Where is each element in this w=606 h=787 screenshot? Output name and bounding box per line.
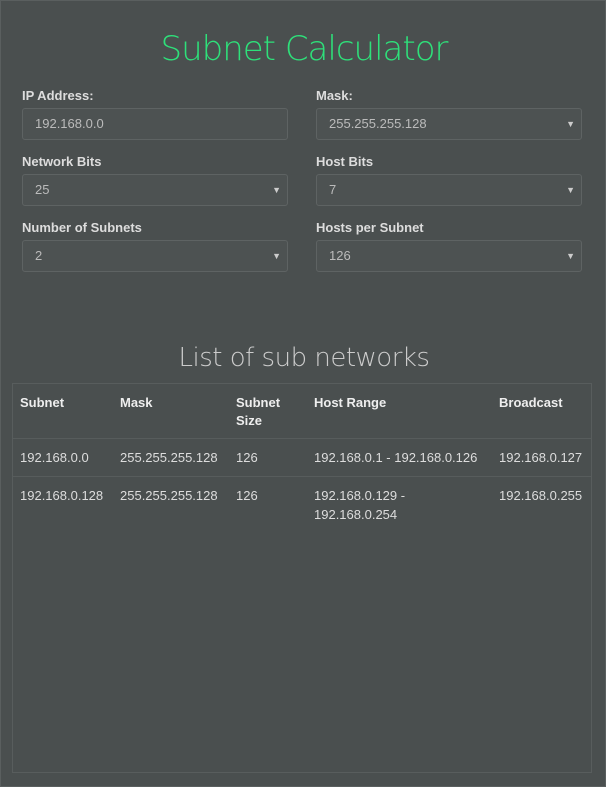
mask-label: Mask: [316, 88, 582, 103]
hosts-per-subnet-select[interactable]: 126 ▼ [316, 240, 582, 272]
cell-mask: 255.255.255.128 [113, 439, 229, 477]
cell-mask: 255.255.255.128 [113, 477, 229, 534]
cell-host-range: 192.168.0.1 - 192.168.0.126 [307, 439, 492, 477]
subnet-table-panel: Subnet Mask Subnet Size Host Range Broad… [12, 383, 592, 773]
chevron-down-icon: ▼ [566, 175, 575, 205]
ip-address-input[interactable]: 192.168.0.0 [22, 108, 288, 140]
list-title: List of sub networks [1, 343, 606, 373]
chevron-down-icon: ▼ [566, 241, 575, 271]
page-title: Subnet Calculator [1, 29, 606, 69]
network-bits-group: Network Bits 25 ▼ [22, 154, 288, 206]
num-subnets-group: Number of Subnets 2▼ [22, 220, 288, 272]
host-bits-value: 7 [329, 182, 336, 197]
table-row: 192.168.0.128 255.255.255.128 126 192.16… [13, 477, 591, 534]
host-bits-label: Host Bits [316, 154, 582, 169]
mask-value: 255.255.255.128 [329, 116, 427, 131]
mask-select[interactable]: 255.255.255.128 ▼ [316, 108, 582, 140]
host-bits-select[interactable]: 7▼ [316, 174, 582, 206]
chevron-down-icon: ▼ [566, 109, 575, 139]
cell-broadcast: 192.168.0.127 [492, 439, 591, 477]
mask-group: Mask: 255.255.255.128 ▼ [316, 88, 582, 140]
table-header-row: Subnet Mask Subnet Size Host Range Broad… [13, 384, 591, 439]
num-subnets-value: 2 [35, 248, 42, 263]
header-broadcast: Broadcast [492, 384, 591, 439]
header-subnet-size: Subnet Size [229, 384, 307, 439]
num-subnets-select[interactable]: 2▼ [22, 240, 288, 272]
cell-size: 126 [229, 439, 307, 477]
network-bits-label: Network Bits [22, 154, 288, 169]
cell-subnet: 192.168.0.0 [13, 439, 113, 477]
chevron-down-icon: ▼ [272, 175, 281, 205]
subnet-table: Subnet Mask Subnet Size Host Range Broad… [13, 384, 591, 533]
header-mask: Mask [113, 384, 229, 439]
host-bits-group: Host Bits 7▼ [316, 154, 582, 206]
header-subnet: Subnet [13, 384, 113, 439]
chevron-down-icon: ▼ [272, 241, 281, 271]
hosts-per-subnet-group: Hosts per Subnet 126 ▼ [316, 220, 582, 272]
table-row: 192.168.0.0 255.255.255.128 126 192.168.… [13, 439, 591, 477]
network-bits-select[interactable]: 25 ▼ [22, 174, 288, 206]
num-subnets-label: Number of Subnets [22, 220, 288, 235]
cell-subnet: 192.168.0.128 [13, 477, 113, 534]
cell-size: 126 [229, 477, 307, 534]
cell-host-range: 192.168.0.129 - 192.168.0.254 [307, 477, 492, 534]
ip-address-label: IP Address: [22, 88, 288, 103]
ip-address-group: IP Address: 192.168.0.0 [22, 88, 288, 140]
hosts-per-subnet-label: Hosts per Subnet [316, 220, 582, 235]
cell-broadcast: 192.168.0.255 [492, 477, 591, 534]
network-bits-value: 25 [35, 182, 49, 197]
hosts-per-subnet-value: 126 [329, 248, 351, 263]
header-host-range: Host Range [307, 384, 492, 439]
